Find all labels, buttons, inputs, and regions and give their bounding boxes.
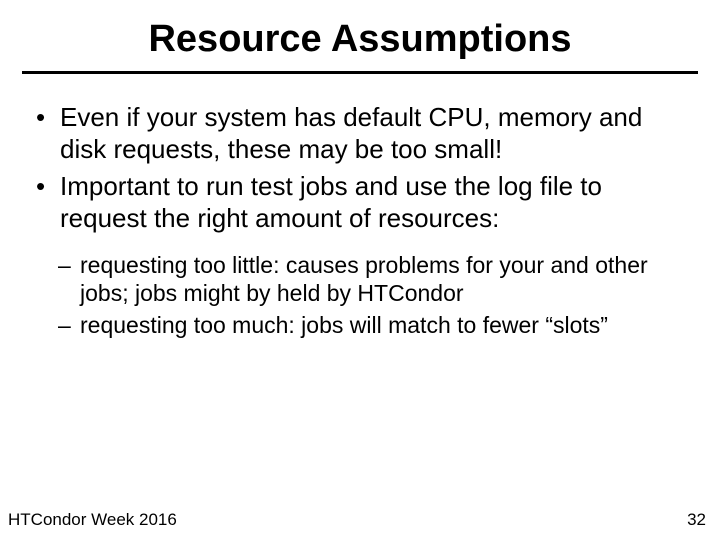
footer-left: HTCondor Week 2016: [8, 510, 177, 530]
sub-bullet-item: requesting too little: causes problems f…: [34, 251, 686, 307]
slide-content: Even if your system has default CPU, mem…: [0, 74, 720, 339]
page-number: 32: [687, 510, 706, 530]
sub-bullet-item: requesting too much: jobs will match to …: [34, 311, 686, 339]
bullet-item: Important to run test jobs and use the l…: [34, 171, 686, 234]
sub-bullet-list: requesting too little: causes problems f…: [34, 251, 686, 339]
bullet-list: Even if your system has default CPU, mem…: [34, 102, 686, 235]
bullet-item: Even if your system has default CPU, mem…: [34, 102, 686, 165]
slide-title: Resource Assumptions: [0, 0, 720, 61]
slide: Resource Assumptions Even if your system…: [0, 0, 720, 540]
